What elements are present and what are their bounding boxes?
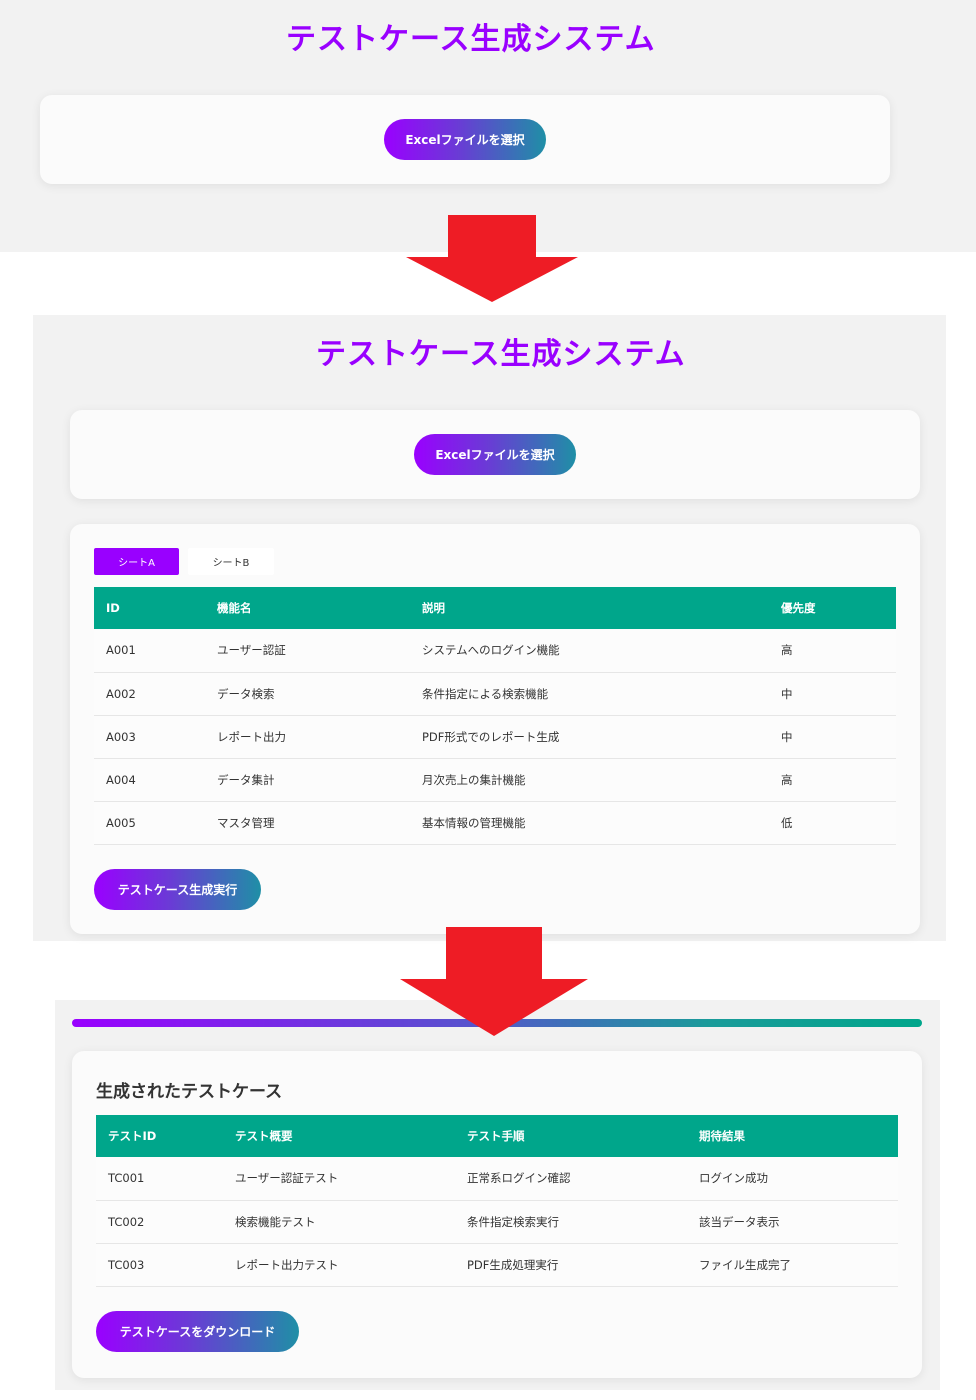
table-row: A005 マスタ管理 基本情報の管理機能 低 [94, 801, 896, 845]
table-cell: 中 [769, 715, 896, 759]
table-row: A002 データ検索 条件指定による検索機能 中 [94, 672, 896, 716]
tab-sheet-a[interactable]: シートA [94, 548, 179, 575]
table-cell: 条件指定検索実行 [455, 1200, 687, 1244]
table-cell: データ検索 [205, 672, 410, 716]
table-cell: 高 [769, 629, 896, 673]
table-cell: ファイル生成完了 [687, 1243, 898, 1287]
download-testcases-button[interactable]: テストケースをダウンロード [96, 1311, 299, 1352]
results-title: 生成されたテストケース [96, 1082, 283, 1102]
table-cell: 正常系ログイン確認 [455, 1157, 687, 1201]
table-row: A003 レポート出力 PDF形式でのレポート生成 中 [94, 715, 896, 759]
table-row: TC003 レポート出力テスト PDF生成処理実行 ファイル生成完了 [96, 1243, 898, 1287]
table-row: TC002 検索機能テスト 条件指定検索実行 該当データ表示 [96, 1200, 898, 1244]
table-row: A004 データ集計 月次売上の集計機能 高 [94, 758, 896, 802]
column-header: テスト概要 [235, 1129, 293, 1143]
table-row: A001 ユーザー認証 システムへのログイン機能 高 [94, 629, 896, 673]
table-cell: 基本情報の管理機能 [410, 801, 769, 845]
table-cell: ログイン成功 [687, 1157, 898, 1201]
page-title: テストケース生成システム [316, 337, 686, 372]
table-cell: 検索機能テスト [223, 1200, 455, 1244]
tab-sheet-b[interactable]: シートB [188, 548, 274, 575]
column-header: 機能名 [217, 601, 252, 615]
select-excel-button[interactable]: Excelファイルを選択 [414, 434, 576, 475]
table-cell: TC003 [96, 1243, 223, 1287]
table-cell: レポート出力 [205, 715, 410, 759]
preview-card: シートA シートB ID 機能名 説明 優先度 A001 ユーザー認証 システム… [70, 524, 920, 934]
sheet-table: ID 機能名 説明 優先度 A001 ユーザー認証 システムへのログイン機能 高… [94, 587, 896, 845]
table-cell: PDF生成処理実行 [455, 1243, 687, 1287]
column-header: 説明 [422, 601, 445, 615]
arrow-down-icon [400, 927, 588, 1036]
file-select-card: Excelファイルを選択 [70, 410, 920, 499]
table-cell: レポート出力テスト [223, 1243, 455, 1287]
table-cell: A005 [94, 801, 205, 845]
step2-screen: テストケース生成システム Excelファイルを選択 シートA シートB ID 機… [33, 315, 946, 941]
column-header: テスト手順 [467, 1129, 525, 1143]
table-row: TC001 ユーザー認証テスト 正常系ログイン確認 ログイン成功 [96, 1157, 898, 1201]
table-cell: システムへのログイン機能 [410, 629, 769, 673]
file-select-card: Excelファイルを選択 [40, 95, 890, 184]
column-header: ID [106, 601, 120, 615]
table-cell: 月次売上の集計機能 [410, 758, 769, 802]
table-cell: ユーザー認証 [205, 629, 410, 673]
table-cell: TC001 [96, 1157, 223, 1201]
table-cell: PDF形式でのレポート生成 [410, 715, 769, 759]
table-cell: A004 [94, 758, 205, 802]
table-cell: マスタ管理 [205, 801, 410, 845]
table-cell: データ集計 [205, 758, 410, 802]
table-header-row: テストID テスト概要 テスト手順 期待結果 [96, 1115, 898, 1157]
select-excel-button[interactable]: Excelファイルを選択 [384, 119, 546, 160]
table-cell: 該当データ表示 [687, 1200, 898, 1244]
results-card: 生成されたテストケース テストID テスト概要 テスト手順 期待結果 TC001… [72, 1051, 922, 1378]
column-header: 優先度 [781, 601, 816, 615]
table-cell: A001 [94, 629, 205, 673]
arrow-down-icon [406, 215, 578, 302]
table-cell: A003 [94, 715, 205, 759]
table-cell: 高 [769, 758, 896, 802]
table-cell: 低 [769, 801, 896, 845]
testcase-table: テストID テスト概要 テスト手順 期待結果 TC001 ユーザー認証テスト 正… [96, 1115, 898, 1287]
table-cell: ユーザー認証テスト [223, 1157, 455, 1201]
column-header: 期待結果 [699, 1129, 745, 1143]
step3-screen: 生成されたテストケース テストID テスト概要 テスト手順 期待結果 TC001… [55, 1000, 940, 1390]
table-cell: A002 [94, 672, 205, 716]
generate-testcases-button[interactable]: テストケース生成実行 [94, 869, 261, 910]
table-header-row: ID 機能名 説明 優先度 [94, 587, 896, 629]
table-cell: 中 [769, 672, 896, 716]
column-header: テストID [108, 1129, 157, 1143]
table-cell: 条件指定による検索機能 [410, 672, 769, 716]
page-title: テストケース生成システム [286, 22, 656, 57]
table-cell: TC002 [96, 1200, 223, 1244]
